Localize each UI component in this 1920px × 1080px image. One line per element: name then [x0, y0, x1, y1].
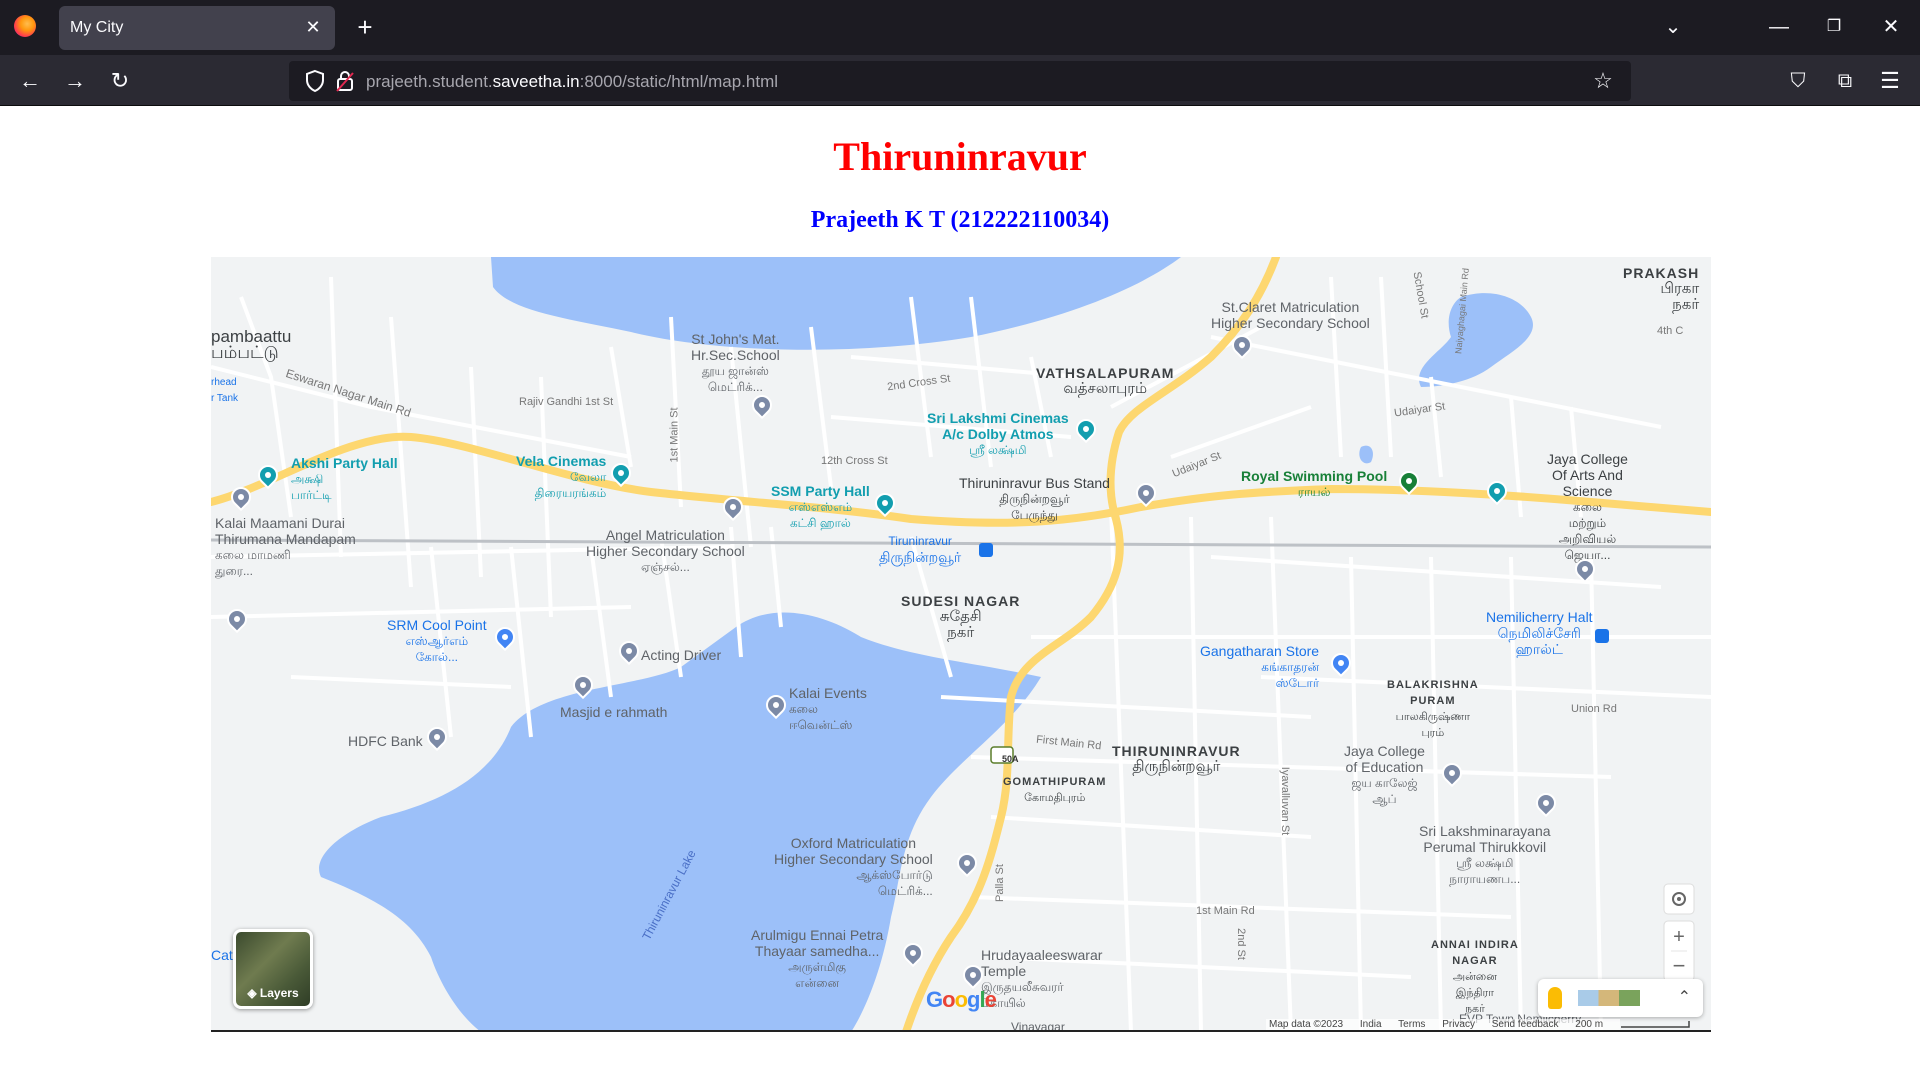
poi-royal-swimming-pool[interactable]: Royal Swimming Pool ராயல்	[1241, 468, 1387, 500]
poi-oxford-matriculation[interactable]: Oxford Matriculation Higher Secondary Sc…	[774, 835, 933, 899]
map-attribution: Map data ©2023 India Terms Privacy Send …	[1266, 1019, 1621, 1030]
layers-button[interactable]: ◈ Layers	[233, 929, 313, 1009]
poi-ssm-party-hall[interactable]: SSM Party Hall எஸ்எஸ்எம் கட்சி ஹால்	[771, 483, 870, 531]
navigation-bar: ← → ↻ prajeeth.student.saveetha.in:8000/…	[0, 55, 1920, 106]
svg-text:−: −	[1673, 953, 1686, 978]
poi-cat[interactable]: Cat	[211, 947, 233, 963]
poi-nemilicherry-halt[interactable]: Nemilicherry Halt நெமிலிச்சேரி ஹால்ட்	[1486, 609, 1593, 657]
road-label-1st-main-rd: 1st Main Rd	[1196, 905, 1255, 917]
bookmark-star-icon[interactable]: ☆	[1589, 67, 1617, 95]
insecure-lock-icon[interactable]	[334, 69, 356, 93]
new-tab-icon[interactable]: +	[350, 12, 380, 42]
map-bottom-controls: ⌃	[1538, 979, 1703, 1017]
pocket-icon[interactable]: ⛉	[1782, 65, 1814, 97]
road-label-2nd-st: 2nd St	[1234, 928, 1247, 960]
area-label-annai-indira-nagar: ANNAI INDIRA NAGAR அன்னை இந்திரா நகர்	[1431, 939, 1519, 1015]
terms-link[interactable]: Terms	[1398, 1019, 1425, 1030]
water-top	[491, 257, 1181, 350]
poi-angel-matriculation[interactable]: Angel Matriculation Higher Secondary Sch…	[586, 527, 745, 575]
area-label-thiruninravur: THIRUNINRAVUR திருநின்றவூர்	[1112, 743, 1241, 775]
area-label-sudesi-nagar: SUDESI NAGAR சுதேசி நகர்	[901, 593, 1021, 641]
road-label-rajiv: Rajiv Gandhi 1st St	[519, 396, 614, 408]
train-station-icon[interactable]	[1595, 629, 1609, 643]
poi-vela-cinemas[interactable]: Vela Cinemas வேலா திரையரங்கம்	[516, 453, 606, 501]
highway-label: 50A	[1002, 754, 1019, 764]
my-location-button[interactable]	[1663, 883, 1695, 915]
poi-kalai-events[interactable]: Kalai Events கலை ஈவென்ட்ஸ்	[789, 685, 867, 733]
poi-sri-lakshminarayana[interactable]: Sri Lakshminarayana Perumal Thirukkovil ஸ…	[1419, 823, 1551, 887]
road-label-12th-cross: 12th Cross St	[821, 455, 888, 467]
area-label-pambaattu: pambaattu பம்பட்டு	[211, 327, 292, 362]
poi-st-johns[interactable]: St John's Mat. Hr.Sec.School தூய ஜான்ஸ் ம…	[691, 331, 780, 395]
tab-close-icon[interactable]: ✕	[301, 15, 325, 39]
layers-label: Layers	[259, 986, 299, 1000]
forward-icon[interactable]: →	[59, 65, 91, 97]
road-label-union-rd: Union Rd	[1571, 703, 1617, 715]
list-all-tabs-icon[interactable]: ⌄	[1658, 12, 1688, 42]
road-label-4th-c: 4th C	[1657, 325, 1684, 337]
shield-icon[interactable]	[303, 69, 327, 93]
poi-hdfc-bank[interactable]: HDFC Bank	[348, 733, 423, 749]
area-label-gomathipuram: GOMATHIPURAM கோமதிபுரம்	[1003, 776, 1107, 804]
poi-jaya-college-education[interactable]: Jaya College of Education ஜய காலேஜ் ஆப்	[1344, 743, 1425, 807]
poi-bus-stand[interactable]: Thiruninravur Bus Stand திருநின்றவூர் பேர…	[959, 475, 1110, 523]
area-label-balakrishna-puram: BALAKRISHNA PURAM பாலகிருஷ்ணா புரம்	[1387, 679, 1479, 739]
back-icon[interactable]: ←	[14, 65, 46, 97]
poi-acting-driver[interactable]: Acting Driver	[641, 647, 721, 663]
url-text: prajeeth.student.saveetha.in:8000/static…	[366, 72, 779, 91]
scale-label: 200 m	[1575, 1019, 1604, 1030]
poi-srm-cool-point[interactable]: SRM Cool Point எஸ்ஆர்எம் கோல்...	[387, 617, 487, 665]
firefox-logo-icon	[14, 15, 36, 37]
poi-sri-lakshmi-cinemas[interactable]: Sri Lakshmi Cinemas A/c Dolby Atmos ஸ்ரீ …	[927, 410, 1069, 458]
google-logo: Google	[926, 987, 997, 1012]
page-subtitle: Prajeeth K T (212222110034)	[810, 207, 1110, 233]
restore-icon[interactable]: ❐	[1819, 12, 1849, 42]
water-pond	[1418, 293, 1533, 387]
embedded-map[interactable]: + − VATHSALAPURAM வத்சலாபுரம் SUDESI NAGA…	[211, 257, 1711, 1032]
send-feedback-link[interactable]: Send feedback	[1492, 1019, 1559, 1030]
expand-icon[interactable]: ⌃	[1678, 987, 1691, 1007]
poi-st-claret[interactable]: St.Claret Matriculation Higher Secondary…	[1211, 299, 1370, 331]
browser-tab-bar: My City ✕ + ⌄ — ❐ ✕	[0, 0, 1920, 55]
country-link[interactable]: India	[1360, 1019, 1382, 1030]
poi-jaya-college-arts[interactable]: Jaya College Of Arts And Science கலை மற்ற…	[1547, 451, 1628, 563]
tab-title: My City	[70, 19, 124, 36]
road-label-palla-st: Palla St	[993, 864, 1006, 902]
train-station-icon[interactable]	[979, 543, 993, 557]
extensions-icon[interactable]: ⧉	[1829, 65, 1861, 97]
layers-icon: ◈	[247, 986, 260, 1000]
poi-vinayagar[interactable]: Vinayagar	[1011, 1019, 1065, 1030]
road-label-1st-main-st: 1st Main St	[668, 407, 681, 463]
poi-tiruninravur-station[interactable]: Tiruninravur திருநின்றவூர்	[879, 533, 961, 565]
poi-hrudayaaleeswarar[interactable]: Hrudayaaleeswarar Temple இருதயலீசுவரர் கோ…	[981, 947, 1102, 1011]
reload-icon[interactable]: ↻	[104, 65, 136, 97]
poi-arulmigu[interactable]: Arulmigu Ennai Petra Thayaar samedha... அ…	[751, 927, 883, 991]
zoom-buttons[interactable]: + −	[1663, 920, 1695, 982]
poi-masjid[interactable]: Masjid e rahmath	[560, 704, 667, 720]
browser-tab[interactable]: My City ✕	[59, 6, 335, 50]
close-window-icon[interactable]: ✕	[1876, 12, 1906, 42]
poi-gangatharan-store[interactable]: Gangatharan Store கங்காதரன் ஸ்டோர்	[1200, 643, 1319, 691]
poi-kalai-maamani[interactable]: Kalai Maamani Durai Thirumana Mandapam கல…	[215, 515, 356, 579]
map-data-text: Map data ©2023	[1269, 1019, 1344, 1030]
svg-text:+: +	[1673, 926, 1685, 948]
road-label-iyavalluvan-st: Iyavalluvan St	[1279, 766, 1292, 836]
map-type-thumbnails[interactable]	[1578, 990, 1640, 1006]
area-label-vathsalapuram: VATHSALAPURAM வத்சலாபுரம்	[1036, 365, 1175, 397]
minimize-icon[interactable]: —	[1764, 12, 1794, 42]
menu-icon[interactable]: ☰	[1874, 65, 1906, 97]
street-view-pegman-icon[interactable]	[1548, 987, 1562, 1009]
page-title: Thiruninravur	[833, 134, 1087, 179]
poi-label-overhead-tank: rhead r Tank	[211, 377, 239, 404]
privacy-link[interactable]: Privacy	[1442, 1019, 1475, 1030]
scale-bar	[1621, 1021, 1690, 1028]
area-label-prakash-nagar: PRAKASH பிரகா நகர்	[1623, 265, 1700, 313]
poi-akshi-party-hall[interactable]: Akshi Party Hall அக்ஷி பார்ட்டி	[291, 455, 398, 503]
url-bar[interactable]: prajeeth.student.saveetha.in:8000/static…	[289, 61, 1631, 101]
